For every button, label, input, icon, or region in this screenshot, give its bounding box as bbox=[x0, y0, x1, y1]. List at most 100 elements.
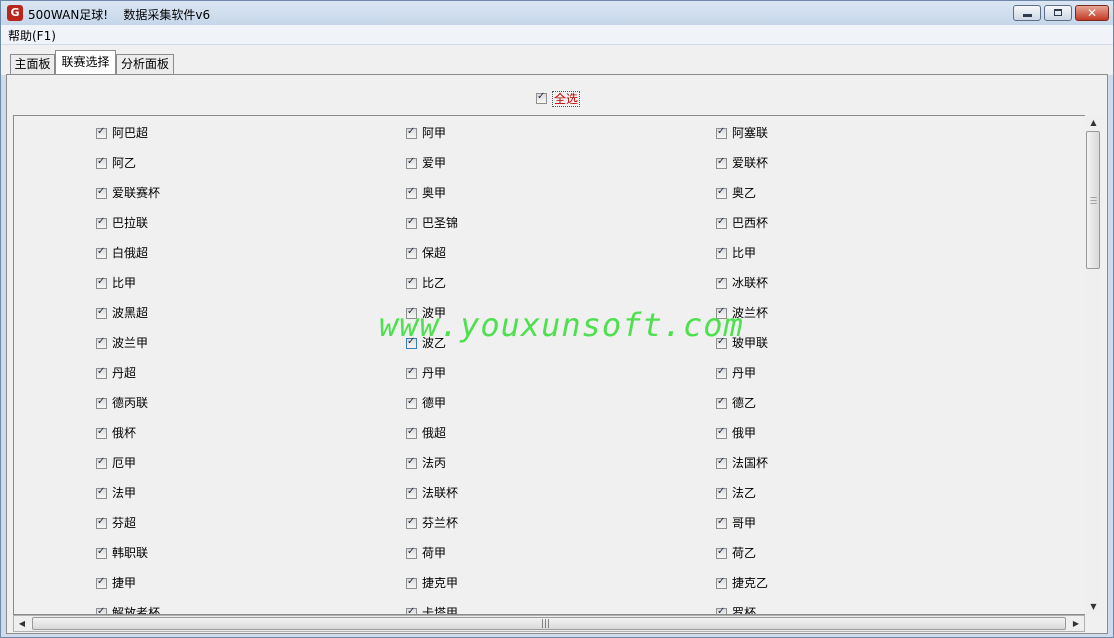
checkbox-checked-icon[interactable] bbox=[716, 156, 727, 169]
checkbox-checked-icon[interactable] bbox=[96, 396, 107, 409]
select-all-check-icon[interactable] bbox=[536, 91, 547, 104]
tab-strip: 主面板 联赛选择 分析面板 bbox=[1, 45, 1113, 75]
league-label: 阿塞联 bbox=[732, 126, 769, 140]
league-label: 捷克甲 bbox=[422, 576, 459, 590]
league-label: 法丙 bbox=[422, 456, 447, 470]
grip-icon: — — — bbox=[1090, 193, 1097, 207]
checkbox-checked-icon[interactable] bbox=[716, 486, 727, 499]
checkbox-checked-icon[interactable] bbox=[406, 546, 417, 559]
checkbox-checked-icon[interactable] bbox=[716, 606, 727, 614]
checkbox-checked-icon[interactable] bbox=[406, 246, 417, 259]
checkbox-checked-icon[interactable] bbox=[716, 366, 727, 379]
select-all-label[interactable]: 全选 bbox=[552, 91, 581, 107]
checkbox-checked-icon[interactable] bbox=[96, 276, 107, 289]
checkbox-checked-icon[interactable] bbox=[96, 126, 107, 139]
league-label: 芬兰杯 bbox=[422, 516, 459, 530]
league-label: 白俄超 bbox=[112, 246, 149, 260]
checkbox-checked-icon[interactable] bbox=[96, 486, 107, 499]
checkbox-checked-icon[interactable] bbox=[96, 336, 107, 349]
tab-analysis-panel[interactable]: 分析面板 bbox=[116, 54, 174, 74]
vertical-scroll-thumb[interactable]: — — — bbox=[1086, 131, 1100, 269]
app-window: G 500WAN足球! 数据采集软件v6 ✕ 帮助(F1) 主面板 联赛选择 分… bbox=[0, 0, 1114, 638]
checkbox-checked-icon[interactable] bbox=[406, 156, 417, 169]
scroll-down-arrow-icon[interactable]: ▼ bbox=[1085, 599, 1102, 615]
app-logo-icon: G bbox=[7, 5, 23, 21]
checkbox-checked-icon[interactable] bbox=[96, 366, 107, 379]
minimize-icon bbox=[1023, 14, 1032, 17]
checkbox-checked-icon[interactable] bbox=[406, 366, 417, 379]
league-label: 爱联赛杯 bbox=[112, 186, 161, 200]
league-label: 卡塔甲 bbox=[422, 606, 459, 615]
league-label: 阿巴超 bbox=[112, 126, 149, 140]
checkbox-checked-icon[interactable] bbox=[716, 126, 727, 139]
checkbox-checked-icon[interactable] bbox=[716, 396, 727, 409]
checkbox-checked-icon[interactable] bbox=[716, 576, 727, 589]
checkbox-checked-icon[interactable] bbox=[716, 516, 727, 529]
league-label: 德乙 bbox=[732, 396, 757, 410]
checkbox-checked-icon[interactable] bbox=[96, 186, 107, 199]
league-label: 丹超 bbox=[112, 366, 137, 380]
checkbox-checked-icon[interactable] bbox=[406, 276, 417, 289]
league-label: 韩职联 bbox=[112, 546, 149, 560]
league-label: 冰联杯 bbox=[732, 276, 769, 290]
checkbox-checked-icon[interactable] bbox=[716, 456, 727, 469]
league-label: 比乙 bbox=[422, 276, 447, 290]
horizontal-scroll-thumb[interactable]: ||| bbox=[32, 617, 1066, 630]
checkbox-checked-icon[interactable] bbox=[96, 546, 107, 559]
scroll-right-arrow-icon[interactable]: ▶ bbox=[1068, 616, 1084, 631]
league-label: 奥甲 bbox=[422, 186, 447, 200]
close-button[interactable]: ✕ bbox=[1075, 5, 1109, 21]
minimize-button[interactable] bbox=[1013, 5, 1041, 21]
checkbox-checked-icon[interactable] bbox=[406, 186, 417, 199]
league-list[interactable]: 阿巴超阿甲阿塞联阿乙爱甲爱联杯爱联赛杯奥甲奥乙巴拉联巴圣锦巴西杯白俄超保超比甲比… bbox=[13, 115, 1102, 615]
league-label: 保超 bbox=[422, 246, 447, 260]
checkbox-checked-icon[interactable] bbox=[406, 516, 417, 529]
checkbox-checked-icon[interactable] bbox=[96, 216, 107, 229]
league-label: 波兰甲 bbox=[112, 336, 149, 350]
checkbox-checked-icon[interactable] bbox=[406, 456, 417, 469]
league-label: 芬超 bbox=[112, 516, 137, 530]
checkbox-checked-icon[interactable] bbox=[716, 426, 727, 439]
league-label: 俄甲 bbox=[732, 426, 757, 440]
menu-bar: 帮助(F1) bbox=[1, 25, 1113, 45]
scroll-up-arrow-icon[interactable]: ▲ bbox=[1085, 115, 1102, 131]
checkbox-checked-icon[interactable] bbox=[406, 216, 417, 229]
checkbox-checked-icon[interactable] bbox=[96, 606, 107, 614]
checkbox-checked-icon[interactable] bbox=[716, 276, 727, 289]
checkbox-checked-icon[interactable] bbox=[96, 576, 107, 589]
checkbox-checked-icon[interactable] bbox=[406, 426, 417, 439]
league-label: 法甲 bbox=[112, 486, 137, 500]
scroll-left-arrow-icon[interactable]: ◀ bbox=[14, 616, 30, 631]
checkbox-checked-icon[interactable] bbox=[96, 516, 107, 529]
title-bar[interactable]: G 500WAN足球! 数据采集软件v6 ✕ bbox=[1, 1, 1113, 25]
league-label: 巴西杯 bbox=[732, 216, 769, 230]
checkbox-checked-icon[interactable] bbox=[96, 426, 107, 439]
checkbox-checked-icon[interactable] bbox=[716, 186, 727, 199]
checkbox-checked-icon[interactable] bbox=[406, 396, 417, 409]
league-label: 巴圣锦 bbox=[422, 216, 459, 230]
checkbox-checked-icon[interactable] bbox=[406, 576, 417, 589]
checkbox-checked-icon[interactable] bbox=[96, 306, 107, 319]
maximize-button[interactable] bbox=[1044, 5, 1072, 21]
checkbox-checked-icon[interactable] bbox=[96, 246, 107, 259]
league-label: 俄超 bbox=[422, 426, 447, 440]
checkbox-checked-icon[interactable] bbox=[716, 216, 727, 229]
tab-main-panel[interactable]: 主面板 bbox=[10, 54, 55, 74]
checkbox-checked-icon[interactable] bbox=[96, 156, 107, 169]
league-label: 丹甲 bbox=[732, 366, 757, 380]
tab-league-select[interactable]: 联赛选择 bbox=[55, 50, 116, 75]
vertical-scrollbar[interactable]: ▲ — — — ▼ bbox=[1085, 115, 1102, 615]
checkbox-checked-icon[interactable] bbox=[716, 246, 727, 259]
checkbox-checked-icon[interactable] bbox=[406, 126, 417, 139]
checkbox-checked-icon[interactable] bbox=[96, 456, 107, 469]
checkbox-checked-icon[interactable] bbox=[716, 546, 727, 559]
league-label: 波黑超 bbox=[112, 306, 149, 320]
checkbox-checked-icon[interactable] bbox=[406, 486, 417, 499]
league-label: 捷甲 bbox=[112, 576, 137, 590]
league-label: 爱联杯 bbox=[732, 156, 769, 170]
league-label: 比甲 bbox=[112, 276, 137, 290]
horizontal-scrollbar[interactable]: ◀ ||| ▶ bbox=[13, 615, 1085, 632]
checkbox-checked-icon[interactable] bbox=[406, 606, 417, 614]
menu-help[interactable]: 帮助(F1) bbox=[8, 27, 56, 44]
league-label: 捷克乙 bbox=[732, 576, 769, 590]
